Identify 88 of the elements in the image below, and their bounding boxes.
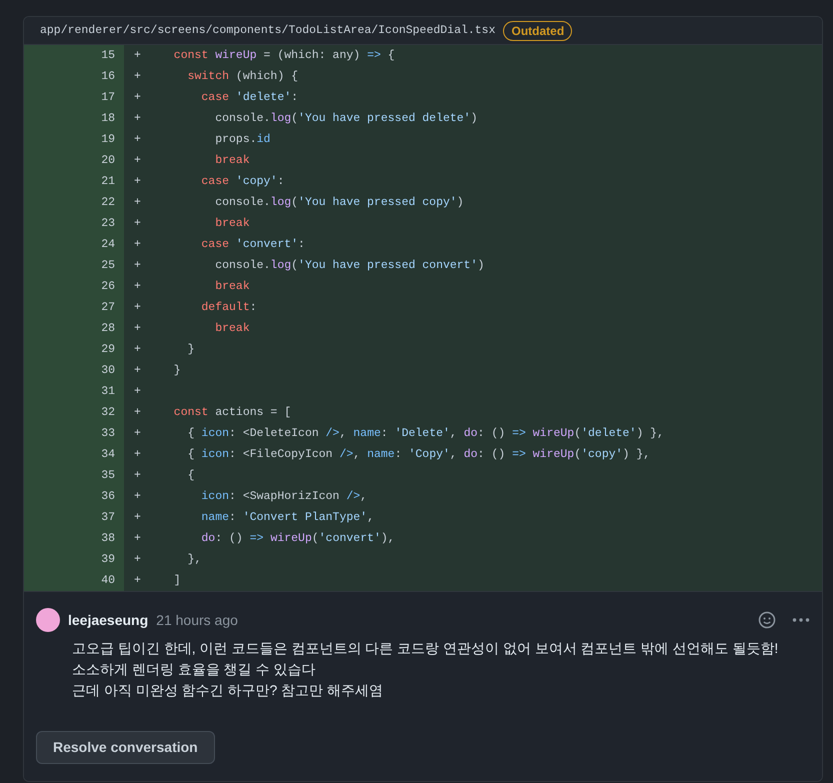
comment-time[interactable]: 21 hours ago <box>156 610 238 630</box>
code-line: const wireUp = (which: any) => { <box>172 48 395 64</box>
added-line-marker: + <box>133 90 142 106</box>
code-line: const actions = [ <box>172 405 292 421</box>
code-line: { icon: <DeleteIcon />, name: 'Delete', do: () => wireUp('delete') }, <box>186 426 664 442</box>
code-line: ] <box>172 573 181 589</box>
line-number: 31 <box>24 381 124 402</box>
added-line-marker: + <box>133 552 142 568</box>
added-line-marker: + <box>133 573 142 589</box>
code-line: console.log('You have pressed convert') <box>214 258 484 274</box>
resolve-conversation-button[interactable]: Resolve conversation <box>36 731 215 764</box>
added-line-marker: + <box>133 216 142 232</box>
code-line: break <box>214 153 250 169</box>
code-line: case 'convert': <box>200 237 305 253</box>
line-number: 20 <box>24 150 124 171</box>
added-line-marker: + <box>133 447 142 463</box>
more-options-icon[interactable] <box>792 617 810 623</box>
added-line-marker: + <box>133 48 142 64</box>
code-line: }, <box>186 552 202 568</box>
line-number: 24 <box>24 234 124 255</box>
code-line: case 'delete': <box>200 90 298 106</box>
code-line: name: 'Convert PlanType', <box>200 510 374 526</box>
code-line: switch (which) { <box>186 69 298 85</box>
code-line: console.log('You have pressed copy') <box>214 195 464 211</box>
code-line: { icon: <FileCopyIcon />, name: 'Copy', do: () => wireUp('copy') }, <box>186 447 650 463</box>
added-line-marker: + <box>133 321 142 337</box>
added-line-marker: + <box>133 237 142 253</box>
code-line: console.log('You have pressed delete') <box>214 111 478 127</box>
line-number: 18 <box>24 108 124 129</box>
code-line: break <box>214 216 250 232</box>
added-line-marker: + <box>133 363 142 379</box>
added-line-marker: + <box>133 111 142 127</box>
line-number: 39 <box>24 549 124 570</box>
line-number: 28 <box>24 318 124 339</box>
line-number: 29 <box>24 339 124 360</box>
added-line-marker: + <box>133 300 142 316</box>
line-number: 22 <box>24 192 124 213</box>
line-number: 15 <box>24 45 124 66</box>
line-number: 19 <box>24 129 124 150</box>
file-path[interactable]: app/renderer/src/screens/components/TodoListArea/IconSpeedDial.tsx <box>40 22 496 40</box>
added-line-marker: + <box>133 174 142 190</box>
code-line: do: () => wireUp('convert'), <box>200 531 395 547</box>
code-line: case 'copy': <box>200 174 284 190</box>
line-number: 35 <box>24 465 124 486</box>
line-number: 23 <box>24 213 124 234</box>
added-line-marker: + <box>133 342 142 358</box>
line-number: 33 <box>24 423 124 444</box>
added-line-marker: + <box>133 405 142 421</box>
code-line: break <box>214 279 250 295</box>
comment-text: 소소하게 렌더링 효율을 챙길 수 있습다 <box>72 660 316 679</box>
code-line: } <box>186 342 195 358</box>
added-line-marker: + <box>133 468 142 484</box>
line-number: 36 <box>24 486 124 507</box>
line-number: 40 <box>24 570 124 591</box>
line-number: 34 <box>24 444 124 465</box>
line-number: 17 <box>24 87 124 108</box>
outdated-badge: Outdated <box>503 20 572 40</box>
avatar[interactable] <box>36 608 60 632</box>
line-number: 16 <box>24 66 124 87</box>
line-number: 21 <box>24 171 124 192</box>
line-number: 38 <box>24 528 124 549</box>
emoji-reaction-icon[interactable] <box>758 611 776 629</box>
line-number: 26 <box>24 276 124 297</box>
added-line-marker: + <box>133 153 142 169</box>
added-line-marker: + <box>133 132 142 148</box>
code-line: break <box>214 321 250 337</box>
line-number: 25 <box>24 255 124 276</box>
line-number: 30 <box>24 360 124 381</box>
added-line-marker: + <box>133 531 142 547</box>
added-line-marker: + <box>133 510 142 526</box>
comment-text: 근데 아직 미완성 함수긴 하구만? 참고만 해주세염 <box>72 681 384 700</box>
added-line-marker: + <box>133 489 142 505</box>
line-number: 27 <box>24 297 124 318</box>
line-number: 32 <box>24 402 124 423</box>
code-line: { <box>186 468 195 484</box>
added-line-marker: + <box>133 426 142 442</box>
added-line-marker: + <box>133 69 142 85</box>
added-line-marker: + <box>133 195 142 211</box>
code-line: icon: <SwapHorizIcon />, <box>200 489 368 505</box>
added-line-marker: + <box>133 384 142 400</box>
code-line: props.id <box>214 132 270 148</box>
line-number: 37 <box>24 507 124 528</box>
code-line: default: <box>200 300 257 316</box>
added-line-marker: + <box>133 279 142 295</box>
code-line: } <box>172 363 181 379</box>
added-line-marker: + <box>133 258 142 274</box>
comment-text: 고오급 팁이긴 한데, 이런 코드들은 컴포넌트의 다른 코드랑 연관성이 없어 보여서 컴포넌트 밖에 선언해도 될듯함! <box>72 639 780 658</box>
comment-author[interactable]: leejaeseung <box>68 610 148 630</box>
